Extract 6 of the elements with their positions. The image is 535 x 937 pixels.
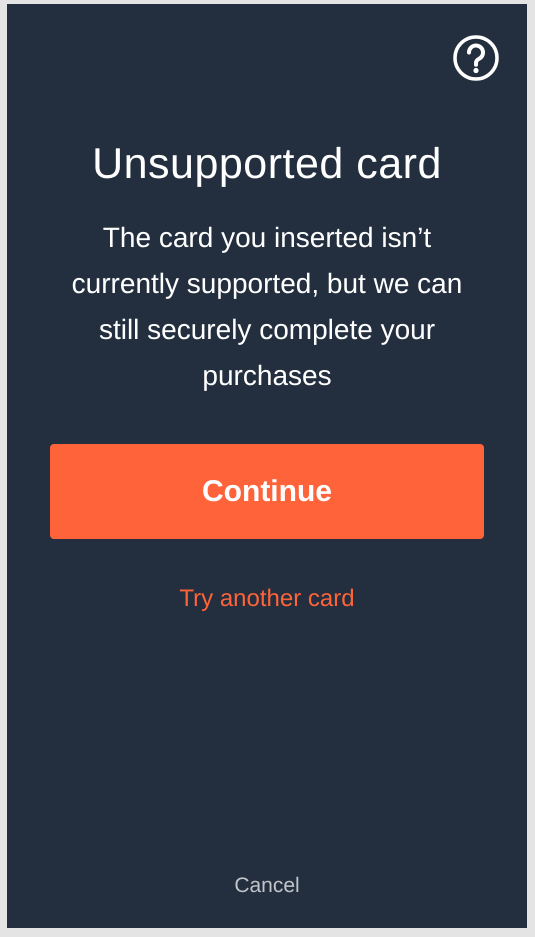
try-another-card-link[interactable]: Try another card: [179, 585, 355, 613]
cancel-link[interactable]: Cancel: [234, 874, 300, 898]
continue-button[interactable]: Continue: [50, 444, 484, 539]
help-icon[interactable]: [452, 34, 500, 82]
message-text: The card you inserted isn’t currently supported, but we can still securely complete your purchases: [70, 221, 464, 393]
dialog-title: Unsupported card: [92, 140, 442, 189]
